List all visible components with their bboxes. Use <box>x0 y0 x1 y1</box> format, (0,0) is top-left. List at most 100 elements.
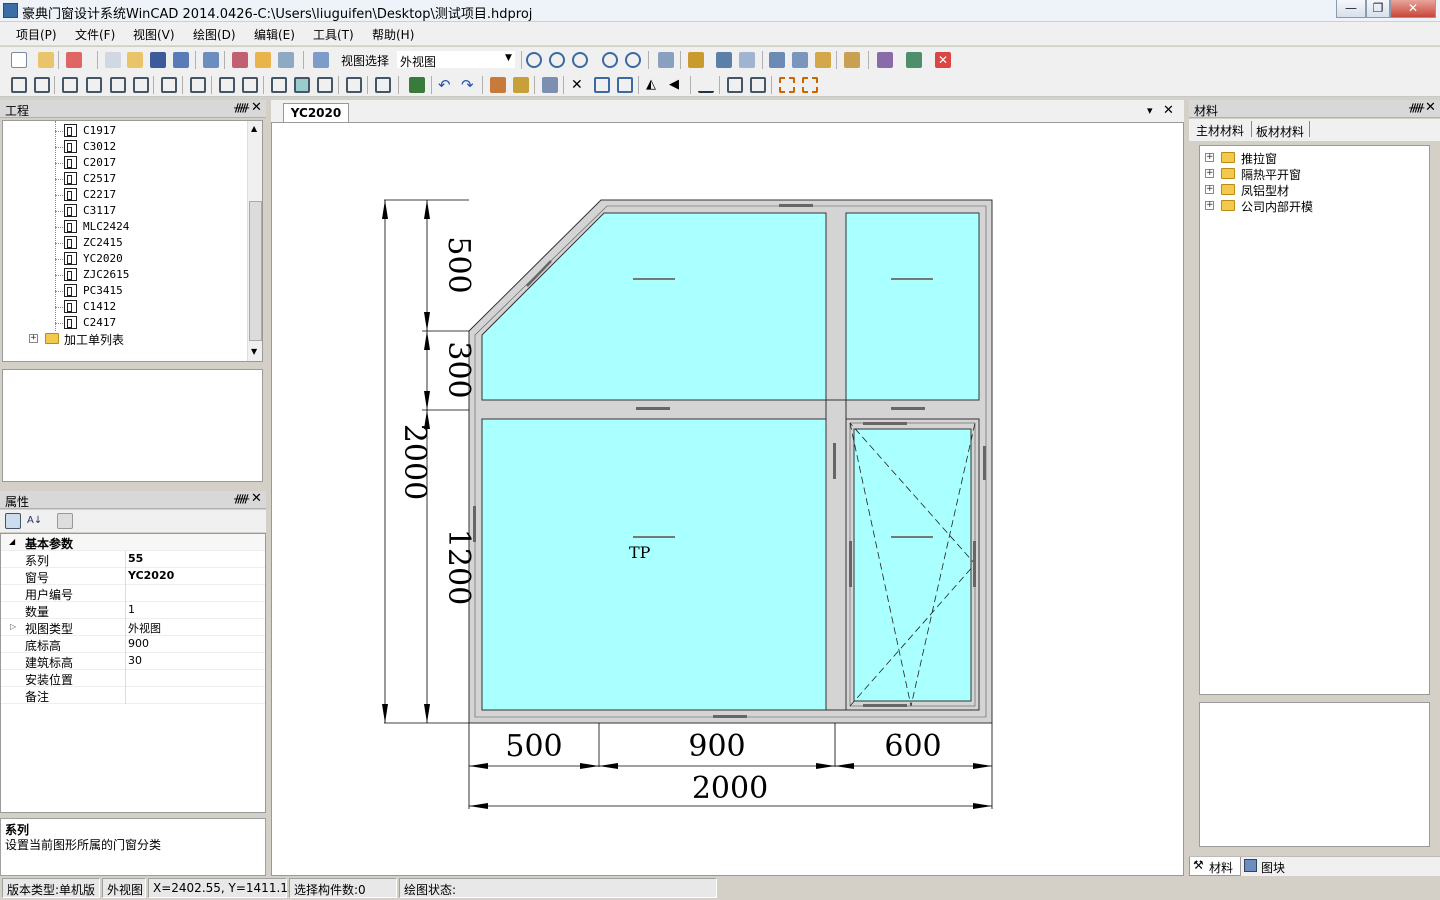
tab-sheet-material[interactable]: 板材材料 <box>1256 123 1304 140</box>
property-row[interactable]: 系列 55 <box>1 551 265 568</box>
expand-icon[interactable]: + <box>29 334 38 343</box>
sash-left-icon[interactable] <box>219 77 235 93</box>
select-icon[interactable] <box>105 52 121 68</box>
pin-icon[interactable]: ᚏ <box>1409 101 1424 114</box>
sash-icon[interactable] <box>190 77 206 93</box>
print-icon[interactable] <box>278 52 294 68</box>
scroll-down-icon[interactable]: ▼ <box>251 347 257 356</box>
project-tree-scrollbar[interactable]: ▲ ▼ <box>247 121 262 361</box>
brush-icon[interactable] <box>542 77 558 93</box>
scroll-up-icon[interactable]: ▲ <box>251 124 257 133</box>
property-value[interactable]: 外视图 <box>128 620 161 636</box>
tree-item[interactable]: ZC2415 <box>3 235 243 251</box>
cut-icon[interactable]: ✕ <box>571 77 587 93</box>
ungroup-icon[interactable] <box>802 77 818 93</box>
categorized-icon[interactable] <box>5 513 21 529</box>
restore-button[interactable]: ❐ <box>1366 0 1390 18</box>
tree-item[interactable]: C1412 <box>3 299 243 315</box>
settings-icon[interactable] <box>906 52 922 68</box>
flip-h-icon[interactable]: ◭ <box>646 77 662 93</box>
open-icon[interactable] <box>127 52 143 68</box>
tab-blocks[interactable]: 图块 <box>1244 857 1294 876</box>
property-value[interactable]: 900 <box>128 637 149 650</box>
screen-icon[interactable] <box>271 77 287 93</box>
pin-icon[interactable]: ᚏ <box>234 101 249 114</box>
collapse-icon[interactable]: ◢ <box>9 537 15 546</box>
flip-v-icon[interactable]: ◀ <box>669 77 685 93</box>
measure-icon[interactable] <box>688 52 704 68</box>
property-row[interactable]: 建筑标高 30 <box>1 653 265 670</box>
scroll-thumb[interactable] <box>249 201 262 341</box>
close-tab-icon[interactable]: ✕ <box>1163 103 1174 118</box>
tree-item[interactable]: PC3415 <box>3 283 243 299</box>
table-icon[interactable] <box>727 77 743 93</box>
redo-icon[interactable]: ↷ <box>461 77 477 93</box>
tree-item[interactable]: YC2020 <box>3 251 243 267</box>
expand-icon[interactable]: + <box>1205 169 1214 178</box>
menu-edit[interactable]: 编辑(E) <box>254 26 295 43</box>
tree-item[interactable]: C2517 <box>3 171 243 187</box>
copy-doc-icon[interactable] <box>792 52 808 68</box>
new-icon[interactable] <box>11 52 27 68</box>
view-select-dropdown[interactable]: 外视图 ▼ <box>396 50 516 69</box>
tab-materials[interactable]: ⚒ 材料 <box>1189 857 1241 876</box>
property-row[interactable]: 窗号 YC2020 <box>1 568 265 585</box>
group-icon[interactable] <box>779 77 795 93</box>
close-doc-icon[interactable]: ✕ <box>935 52 951 68</box>
menu-tools[interactable]: 工具(T) <box>313 26 354 43</box>
drawing-canvas[interactable]: 500 300 1200 2000 500 900 600 2000 TP <box>271 122 1184 876</box>
split-h-icon[interactable] <box>62 77 78 93</box>
zoom-all-icon[interactable] <box>625 52 641 68</box>
minimize-button[interactable]: — <box>1336 0 1366 18</box>
save-icon[interactable] <box>150 52 166 68</box>
tree-item[interactable]: C3012 <box>3 139 243 155</box>
tree-item[interactable]: ZJC2615 <box>3 267 243 283</box>
menu-help[interactable]: 帮助(H) <box>372 26 414 43</box>
save-all-icon[interactable] <box>173 52 189 68</box>
delete-icon[interactable] <box>66 52 82 68</box>
tree-item[interactable]: C1917 <box>3 123 243 139</box>
expand-icon[interactable]: + <box>1205 201 1214 210</box>
tab-main-material[interactable]: 主材材料 <box>1196 122 1244 139</box>
bay-icon[interactable] <box>346 77 362 93</box>
close-window-button[interactable]: ✕ <box>1390 0 1436 18</box>
list-icon[interactable] <box>203 52 219 68</box>
expand-icon[interactable]: + <box>1205 153 1214 162</box>
menu-file[interactable]: 文件(F) <box>75 26 115 43</box>
pin-icon[interactable]: ᚏ <box>234 492 249 505</box>
edit-doc-icon[interactable] <box>769 52 785 68</box>
glass-icon[interactable] <box>294 77 310 93</box>
panel-icon[interactable] <box>317 77 333 93</box>
material-icon[interactable] <box>877 52 893 68</box>
tab-list-icon[interactable]: ▾ <box>1147 104 1153 117</box>
property-row[interactable]: 备注 <box>1 687 265 704</box>
tree-folder-processing[interactable]: + 加工单列表 <box>3 331 243 347</box>
material-category[interactable]: + 公司内部开模 <box>1200 197 1420 214</box>
window-drawing[interactable]: 500 300 1200 2000 500 900 600 2000 TP <box>272 123 1185 877</box>
split-custom-icon[interactable] <box>133 77 149 93</box>
property-value[interactable]: 55 <box>128 552 143 565</box>
split-v-icon[interactable] <box>86 77 102 93</box>
undo-icon[interactable]: ↶ <box>438 77 454 93</box>
menu-project[interactable]: 项目(P) <box>16 26 57 43</box>
property-row[interactable]: 数量 1 <box>1 602 265 619</box>
tree-item[interactable]: C2417 <box>3 315 243 331</box>
expand-icon[interactable]: + <box>1205 185 1214 194</box>
material-category[interactable]: + 推拉窗 <box>1200 149 1420 166</box>
add-component-icon[interactable] <box>409 77 425 93</box>
close-icon[interactable]: ✕ <box>1425 100 1436 115</box>
report-icon[interactable] <box>232 52 248 68</box>
zoom-out-icon[interactable] <box>549 52 565 68</box>
property-row[interactable]: 用户编号 <box>1 585 265 602</box>
property-group-basic[interactable]: ◢ 基本参数 <box>1 534 265 551</box>
sort-az-icon[interactable]: A↓ <box>27 513 43 529</box>
property-pages-icon[interactable] <box>57 513 73 529</box>
property-value[interactable]: 1 <box>128 603 135 616</box>
frame-diagonal-icon[interactable] <box>34 77 50 93</box>
property-row[interactable]: 底标高 900 <box>1 636 265 653</box>
align-icon[interactable] <box>698 77 714 93</box>
calculator-icon[interactable] <box>658 52 674 68</box>
tree-item[interactable]: C2217 <box>3 187 243 203</box>
zoom-in-icon[interactable] <box>526 52 542 68</box>
close-icon[interactable]: ✕ <box>251 100 262 115</box>
